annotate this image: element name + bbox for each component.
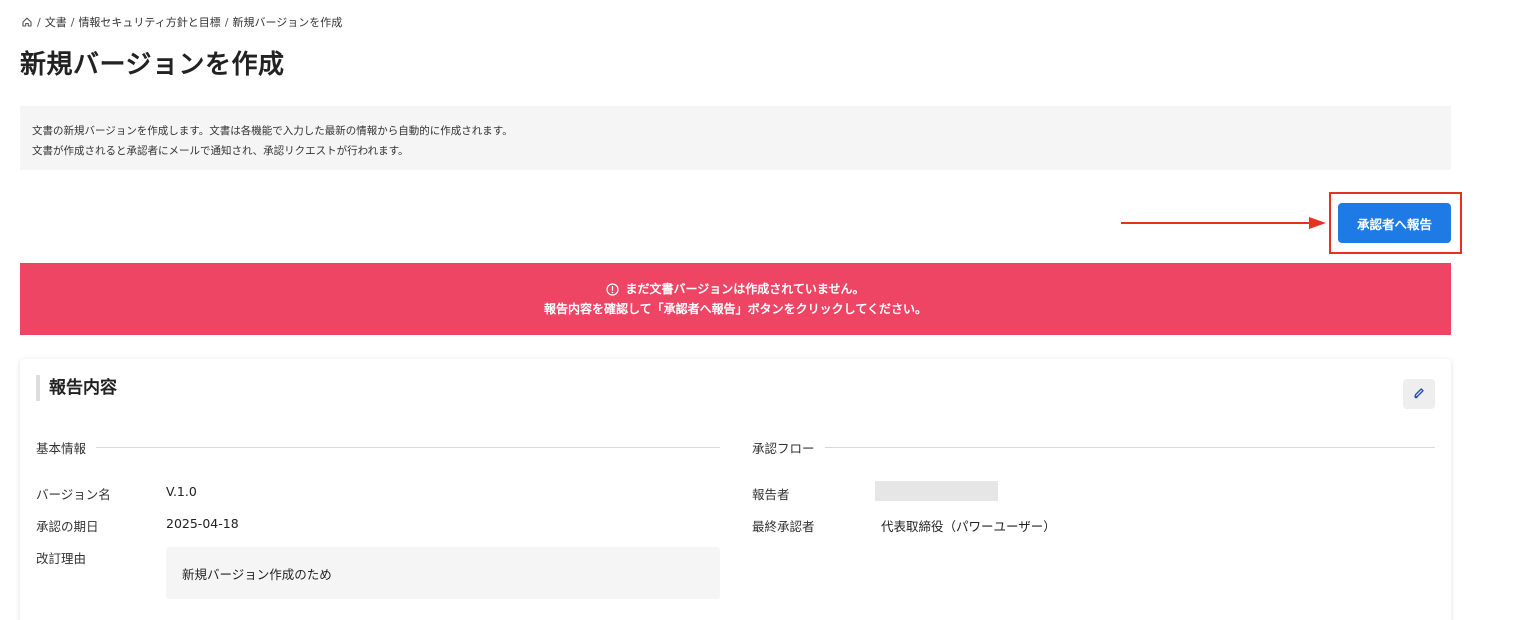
final-approver-value: 代表取締役（パワーユーザー） [881,519,1056,534]
breadcrumb-separator: / [224,15,229,29]
revision-reason-label: 改訂理由 [36,551,87,566]
version-name-value: V.1.0 [166,484,197,499]
due-date-label: 承認の期日 [36,519,99,534]
pencil-icon [1412,386,1426,403]
edit-button[interactable] [1403,379,1435,409]
version-name-label: バージョン名 [36,487,111,502]
basic-info-section: 基本情報 バージョン名 V.1.0 承認の期日 2025-04-18 改訂理由 … [36,437,720,599]
section-divider [824,446,1435,448]
final-approver-label: 最終承認者 [752,519,815,534]
info-description: 文書の新規バージョンを作成します。文書は各機能で入力した最新の情報から自動的に作… [20,106,1451,170]
breadcrumb: / 文書 / 情報セキュリティ方針と目標 / 新規バージョンを作成 [21,14,342,30]
breadcrumb-separator: / [70,15,75,29]
breadcrumb-item-policy[interactable]: 情報セキュリティ方針と目標 [78,14,220,30]
info-line: 文書が作成されると承認者にメールで通知され、承認リクエストが行われます。 [32,145,409,157]
home-icon[interactable] [21,16,33,28]
reporter-value-redacted [875,481,998,501]
card-title: 報告内容 [36,375,117,401]
report-to-approver-button[interactable]: 承認者へ報告 [1338,203,1451,243]
basic-info-header: 基本情報 [36,440,87,456]
approval-flow-section: 承認フロー 報告者 最終承認者 代表取締役（パワーユーザー） [752,437,1435,534]
breadcrumb-item-current: 新規バージョンを作成 [232,16,343,29]
reporter-label: 報告者 [752,487,790,502]
section-divider [96,446,720,448]
page-title: 新規バージョンを作成 [20,50,285,80]
info-line: 文書の新規バージョンを作成します。文書は各機能で入力した最新の情報から自動的に作… [32,125,513,137]
breadcrumb-item-documents[interactable]: 文書 [45,14,67,30]
annotation-arrow [1121,217,1326,229]
alert-circle-icon [606,282,620,296]
approval-flow-header: 承認フロー [752,440,815,456]
version-not-created-alert: まだ文書バージョンは作成されていません。 報告内容を確認して「承認者へ報告」ボタ… [20,263,1451,335]
alert-message: まだ文書バージョンは作成されていません。 [625,282,865,296]
revision-reason-value: 新規バージョン作成のため [166,547,720,599]
breadcrumb-separator: / [37,15,41,29]
alert-instruction: 報告内容を確認して「承認者へ報告」ボタンをクリックしてください。 [544,302,927,316]
due-date-value: 2025-04-18 [166,516,239,531]
report-content-card: 報告内容 基本情報 バージョン名 V.1.0 承認の期日 2025-04-18 … [20,359,1451,620]
